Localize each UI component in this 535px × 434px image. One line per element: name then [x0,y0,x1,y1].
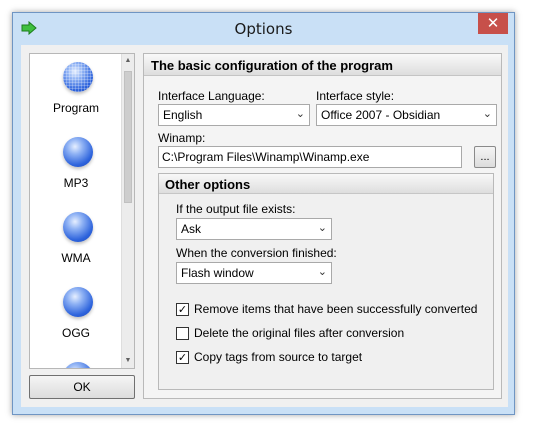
group-header: Other options [159,174,493,194]
scroll-down-icon[interactable]: ▼ [122,354,134,368]
select-value: English [163,108,203,122]
panel-header: The basic configuration of the program [144,54,501,76]
conversion-finished-select[interactable]: Flash window ⌄ [176,262,332,284]
sidebar-item-wma[interactable]: WMA [30,208,122,278]
checkbox-label: Copy tags from source to target [194,350,363,364]
orb-icon [63,62,93,92]
sidebar-item-label: OGG [61,326,90,340]
window-title: Options [234,20,293,38]
select-value: Office 2007 - Obsidian [321,108,441,122]
sidebar-item-mp3[interactable]: MP3 [30,133,122,203]
chevron-down-icon: ⌄ [317,266,327,278]
orb-icon [63,212,93,242]
options-window: Options ✕ Program MP3 WMA OGG ▲ ▼ OK The… [12,12,515,415]
checkbox-label: Delete the original files after conversi… [194,326,405,340]
sidebar-item-ogg[interactable]: OGG [30,283,122,353]
settings-panel: The basic configuration of the program I… [143,53,502,399]
chevron-down-icon: ⌄ [482,108,492,120]
title-bar[interactable]: Options ✕ [13,13,514,45]
other-options-group: Other options If the output file exists:… [158,173,494,390]
ok-button[interactable]: OK [29,375,135,399]
interface-style-select[interactable]: Office 2007 - Obsidian ⌄ [316,104,497,126]
check-icon[interactable]: ✓ [176,351,189,364]
checkbox-empty[interactable] [176,327,189,340]
category-sidebar: Program MP3 WMA OGG ▲ ▼ [29,53,135,369]
interface-style-label: Interface style: [316,89,395,103]
conversion-finished-label: When the conversion finished: [176,246,337,260]
sidebar-item-label: WMA [61,251,91,265]
orb-icon [63,287,93,317]
select-value: Ask [181,222,202,236]
checkbox-label: Remove items that have been successfully… [194,302,478,316]
winamp-label: Winamp: [158,131,206,145]
sidebar-item-label: MP3 [63,176,89,190]
chevron-down-icon: ⌄ [295,108,305,120]
interface-language-label: Interface Language: [158,89,265,103]
sidebar-item-program[interactable]: Program [30,58,122,128]
check-icon[interactable]: ✓ [176,303,189,316]
orb-icon [63,362,93,368]
chevron-down-icon: ⌄ [317,222,327,234]
output-exists-select[interactable]: Ask ⌄ [176,218,332,240]
dialog-client: Program MP3 WMA OGG ▲ ▼ OK The basic con… [21,45,508,407]
browse-button[interactable]: ... [474,146,496,168]
select-value: Flash window [181,266,254,280]
output-exists-label: If the output file exists: [176,202,296,216]
sidebar-item-label: Program [52,101,99,115]
close-button[interactable]: ✕ [478,13,508,34]
scroll-up-icon[interactable]: ▲ [122,54,134,68]
orb-icon [63,137,93,167]
scroll-thumb[interactable] [124,71,132,203]
winamp-path-field[interactable]: C:\Program Files\Winamp\Winamp.exe [158,146,462,168]
sidebar-item-partial[interactable] [30,358,122,368]
sidebar-scrollbar[interactable]: ▲ ▼ [121,54,134,368]
interface-language-select[interactable]: English ⌄ [158,104,310,126]
